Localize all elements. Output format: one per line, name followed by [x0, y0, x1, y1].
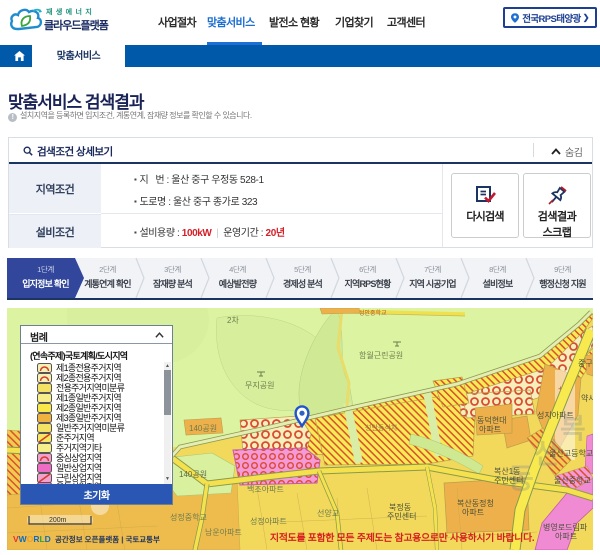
svg-text:공간정보 오픈플랫폼 | 국토교통부: 공간정보 오픈플랫폼 | 국토교통부: [55, 534, 160, 544]
svg-text:성정아파트: 성정아파트: [250, 516, 287, 526]
svg-text:지적도를 포함한 모든 주제도는 참고용으로만 사용하시기: 지적도를 포함한 모든 주제도는 참고용으로만 사용하시기 바랍니다.: [270, 531, 535, 544]
svg-text:남운아파트: 남운아파트: [205, 527, 242, 537]
svg-text:복산동정청: 복산동정청: [457, 498, 494, 508]
svg-text:복산1동: 복산1동: [494, 466, 521, 476]
svg-text:아파트: 아파트: [479, 424, 501, 434]
svg-text:병영로드림파: 병영로드림파: [543, 522, 588, 532]
svg-text:무지공원: 무지공원: [245, 381, 274, 390]
svg-text:140공원: 140공원: [189, 424, 217, 433]
svg-text:선양교: 선양교: [317, 509, 339, 518]
svg-text:함월근린공원: 함월근린공원: [359, 350, 403, 360]
svg-text:성지아파트: 성지아파트: [537, 410, 574, 420]
svg-text:아파트: 아파트: [555, 531, 577, 541]
svg-text:백조아파트: 백조아파트: [247, 484, 284, 494]
svg-text:주민센터: 주민센터: [494, 475, 523, 485]
svg-text:성정중학교: 성정중학교: [170, 512, 207, 522]
svg-text:2차: 2차: [227, 316, 239, 325]
svg-text:울산고등학교: 울산고등학교: [549, 448, 593, 458]
svg-text:VWORLD: VWORLD: [13, 534, 51, 544]
svg-text:성안동삭지: 성안동삭지: [365, 423, 397, 432]
svg-text:200m: 200m: [49, 517, 67, 524]
svg-text:북정동: 북정동: [389, 502, 411, 512]
svg-text:주민센터: 주민센터: [387, 511, 416, 521]
svg-text:약사동: 약사동: [581, 393, 593, 403]
svg-text:140공원: 140공원: [179, 470, 207, 479]
svg-text:아파트: 아파트: [462, 507, 484, 517]
svg-text:동덕현대: 동덕현대: [477, 415, 506, 425]
svg-text:성안중학교: 성안중학교: [359, 309, 387, 317]
svg-text:울산중학교: 울산중학교: [554, 475, 591, 485]
svg-text:중구청: 중구청: [578, 359, 593, 368]
